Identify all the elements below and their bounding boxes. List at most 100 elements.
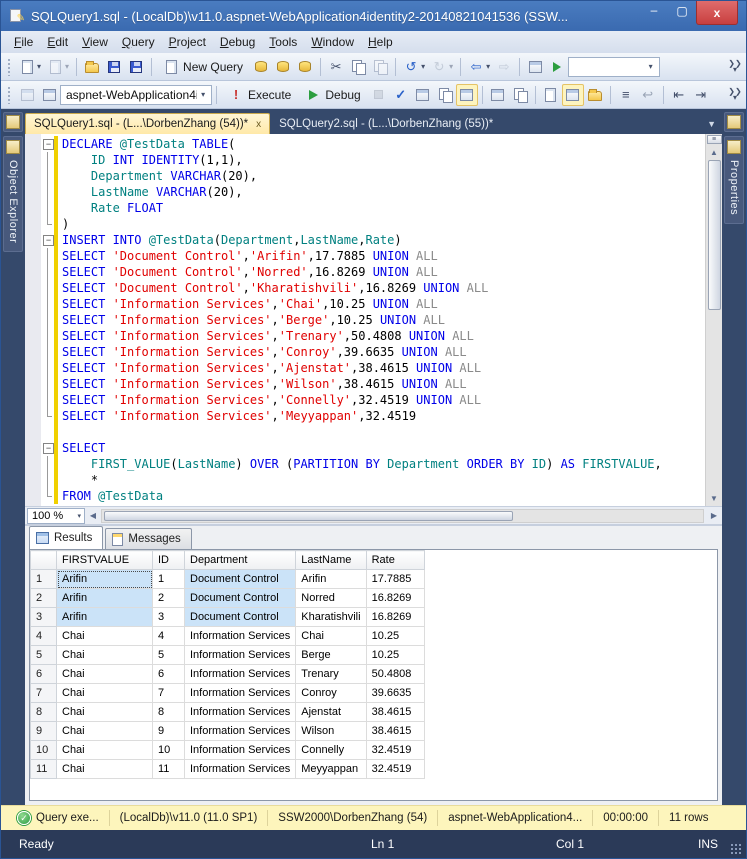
fold-collapse-icon[interactable] (41, 232, 54, 248)
grid-cell[interactable]: Information Services (185, 627, 296, 646)
grid-cell[interactable]: Information Services (185, 722, 296, 741)
database-combo[interactable]: aspnet-WebApplication4ide▾ (60, 85, 212, 105)
code-line[interactable]: Department VARCHAR(20), (41, 168, 705, 184)
minimize-button[interactable]: – (640, 1, 668, 21)
code-line[interactable]: SELECT 'Information Services','Conroy',3… (41, 344, 705, 360)
grid-cell[interactable]: Norred (296, 589, 366, 608)
new-mdx-query-button[interactable] (250, 56, 272, 78)
undo-button[interactable]: ↺▾ (400, 56, 428, 78)
grid-cell[interactable]: Information Services (185, 665, 296, 684)
grid-cell[interactable]: 39.6635 (366, 684, 424, 703)
new-xmla-query-button[interactable] (294, 56, 316, 78)
scroll-left-icon[interactable]: ◀ (85, 511, 101, 520)
open-file-button[interactable] (81, 56, 103, 78)
scroll-up-icon[interactable]: ▲ (707, 145, 722, 160)
connect-button[interactable] (16, 84, 38, 106)
grid-cell[interactable]: 38.4615 (366, 722, 424, 741)
row-number[interactable]: 7 (31, 684, 57, 703)
debug-button[interactable]: Debug (298, 84, 367, 106)
grid-cell[interactable]: Meyyappan (296, 760, 366, 779)
grid-cell[interactable]: Chai (57, 684, 153, 703)
parse-button[interactable]: ✓ (390, 84, 412, 106)
code-line[interactable]: INSERT INTO @TestData(Department,LastNam… (41, 232, 705, 248)
grid-corner-header[interactable] (31, 551, 57, 570)
tab-sqlquery1[interactable]: SQLQuery1.sql - (L...\DorbenZhang (54))*… (25, 113, 270, 134)
editor-horizontal-scrollbar[interactable] (101, 509, 704, 523)
tab-messages[interactable]: Messages (105, 528, 191, 549)
include-actual-plan-button[interactable] (487, 84, 509, 106)
grid-cell[interactable]: Information Services (185, 646, 296, 665)
navigate-backward-button[interactable]: ⇦▾ (465, 56, 493, 78)
grid-cell[interactable]: 32.4519 (366, 760, 424, 779)
add-item-dropdown-button[interactable]: ▾ (44, 56, 72, 78)
grid-cell[interactable]: 50.4808 (366, 665, 424, 684)
code-line[interactable]: FROM @TestData (41, 488, 705, 504)
grid-cell[interactable]: 4 (153, 627, 185, 646)
redo-button[interactable]: ↻▾ (428, 56, 456, 78)
grid-cell[interactable]: 10.25 (366, 627, 424, 646)
client-statistics-button[interactable] (509, 84, 531, 106)
grid-cell[interactable]: Chai (57, 703, 153, 722)
grid-cell[interactable]: Trenary (296, 665, 366, 684)
code-line[interactable]: SELECT 'Information Services','Trenary',… (41, 328, 705, 344)
uncomment-lines-button[interactable]: ↩ (637, 84, 659, 106)
row-number[interactable]: 4 (31, 627, 57, 646)
row-number[interactable]: 2 (31, 589, 57, 608)
results-to-file-button[interactable] (584, 84, 606, 106)
start-button[interactable] (546, 56, 568, 78)
grid-cell[interactable]: Conroy (296, 684, 366, 703)
grid-cell[interactable]: 7 (153, 684, 185, 703)
code-line[interactable] (41, 424, 705, 440)
menu-query[interactable]: Query (115, 33, 162, 51)
change-connection-button[interactable] (38, 84, 60, 106)
row-number[interactable]: 5 (31, 646, 57, 665)
display-estimated-plan-button[interactable] (412, 84, 434, 106)
code-line[interactable]: FIRST_VALUE(LastName) OVER (PARTITION BY… (41, 456, 705, 472)
scroll-down-icon[interactable]: ▼ (707, 491, 722, 506)
editor-vertical-scrollbar[interactable]: ≡ ▲ ▼ (705, 134, 722, 506)
results-to-grid-button[interactable] (562, 84, 584, 106)
tab-list-dropdown-icon[interactable]: ▼ (707, 119, 716, 129)
results-grid[interactable]: FIRSTVALUEIDDepartmentLastNameRate1Arifi… (30, 550, 425, 779)
menu-view[interactable]: View (75, 33, 115, 51)
code-line[interactable]: SELECT 'Information Services','Wilson',3… (41, 376, 705, 392)
grid-cell[interactable]: 10.25 (366, 646, 424, 665)
code-line[interactable]: DECLARE @TestData TABLE( (41, 136, 705, 152)
grid-cell[interactable]: 17.7885 (366, 570, 424, 589)
code-line[interactable]: SELECT 'Document Control','Norred',16.82… (41, 264, 705, 280)
properties-icon[interactable] (727, 115, 741, 129)
grid-cell[interactable]: 5 (153, 646, 185, 665)
results-to-text-button[interactable] (540, 84, 562, 106)
vertical-scroll-thumb[interactable] (708, 160, 721, 310)
grid-cell[interactable]: Information Services (185, 703, 296, 722)
grid-cell[interactable]: Document Control (185, 608, 296, 627)
row-number[interactable]: 1 (31, 570, 57, 589)
row-number[interactable]: 11 (31, 760, 57, 779)
grid-cell[interactable]: 3 (153, 608, 185, 627)
grid-cell[interactable]: 1 (153, 570, 185, 589)
row-number[interactable]: 9 (31, 722, 57, 741)
object-explorer-tab[interactable]: Object Explorer (3, 136, 23, 252)
column-header-department[interactable]: Department (185, 551, 296, 570)
row-number[interactable]: 10 (31, 741, 57, 760)
code-line[interactable]: SELECT 'Information Services','Connelly'… (41, 392, 705, 408)
menu-debug[interactable]: Debug (213, 33, 262, 51)
grid-cell[interactable]: Chai (57, 760, 153, 779)
navigate-forward-button[interactable]: ⇨ (493, 56, 515, 78)
row-number[interactable]: 8 (31, 703, 57, 722)
tab-results[interactable]: Results (29, 526, 103, 549)
intellisense-enabled-button[interactable] (456, 84, 478, 106)
new-query-dropdown-button[interactable]: ▾ (16, 56, 44, 78)
grid-cell[interactable]: Information Services (185, 741, 296, 760)
code-line[interactable]: SELECT 'Document Control','Arifin',17.78… (41, 248, 705, 264)
properties-tab[interactable]: Properties (724, 136, 744, 224)
code-line[interactable]: SELECT 'Information Services','Meyyappan… (41, 408, 705, 424)
grid-cell[interactable]: Chai (57, 665, 153, 684)
grid-cell[interactable]: Berge (296, 646, 366, 665)
grid-cell[interactable]: Arifin (57, 589, 153, 608)
grid-cell[interactable]: Chai (57, 627, 153, 646)
grid-cell[interactable]: Chai (296, 627, 366, 646)
grid-cell[interactable]: 11 (153, 760, 185, 779)
maximize-button[interactable]: ▢ (668, 1, 696, 21)
editor-zoom-combo[interactable]: 100 %▾ (27, 508, 85, 524)
